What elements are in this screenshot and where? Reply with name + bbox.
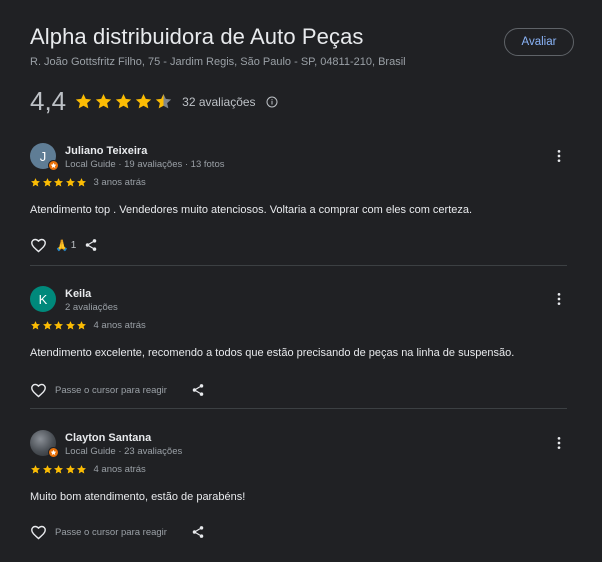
more-options-icon[interactable] [551,291,567,307]
review-card: Clayton Santana Local Guide · 23 avaliaç… [30,430,567,542]
star-icon [42,177,53,188]
avatar-letter: K [38,291,48,307]
review-stars [30,320,88,331]
star-icon [76,464,87,475]
share-icon[interactable] [191,525,205,539]
avatar[interactable]: K [30,286,56,312]
star-icon [76,177,87,188]
rating-summary: 4,4 32 avaliações [30,86,278,117]
review-stars [30,177,88,188]
star-icon [65,464,76,475]
reviewer-name[interactable]: Keila [65,288,91,300]
review-count[interactable]: 32 avaliações [182,95,255,109]
review-text: Muito bom atendimento, estão de parabéns… [30,491,246,503]
star-icon [65,177,76,188]
star-icon [76,320,87,331]
star-icon [42,464,53,475]
reviewer-name[interactable]: Juliano Teixeira [65,145,147,157]
reviewer-name[interactable]: Clayton Santana [65,432,151,444]
star-icon [94,92,113,111]
reaction-count: 1 [70,239,77,251]
review-time: 4 anos atrás [93,320,146,331]
business-name: Alpha distribuidora de Auto Peças [30,24,364,49]
review-time: 4 anos atrás [93,464,146,475]
business-address: R. João Gottsfritz Filho, 75 - Jardim Re… [30,56,406,68]
star-icon [74,92,93,111]
half-star-icon [154,92,173,111]
star-icon [53,177,64,188]
star-icon [30,177,41,188]
heart-icon[interactable] [30,237,47,254]
more-options-icon[interactable] [551,148,567,164]
star-icon [53,320,64,331]
review-card: J Juliano Teixeira Local Guide · 19 aval… [30,143,567,255]
star-icon [134,92,153,111]
heart-icon[interactable] [30,524,47,541]
review-text: Atendimento top . Vendedores muito atenc… [30,204,473,216]
star-icon [53,464,64,475]
local-guide-badge-icon [48,447,59,458]
review-card: K Keila 2 avaliações 4 anos atrás Atendi… [30,286,567,400]
info-icon[interactable] [266,96,278,108]
star-icon [65,320,76,331]
review-stars [30,464,88,475]
average-rating: 4,4 [30,86,67,116]
rate-button[interactable]: Avaliar [504,28,574,56]
reviewer-meta: Local Guide · 23 avaliações [65,446,183,457]
react-hint: Passe o cursor para reagir [55,526,167,538]
local-guide-badge-icon [48,160,59,171]
avatar-letter: J [39,148,47,164]
react-hint: Passe o cursor para reagir [55,384,167,396]
share-icon[interactable] [191,383,205,397]
pray-reaction-icon[interactable]: 🙏 [55,239,69,252]
business-header: Alpha distribuidora de Auto Peças R. Joã… [30,24,574,68]
avatar[interactable] [30,430,59,458]
star-icon [42,320,53,331]
heart-icon[interactable] [30,382,47,399]
average-stars [74,92,174,111]
divider [30,265,567,266]
avatar[interactable]: J [30,143,59,171]
share-icon[interactable] [84,238,98,252]
reviewer-meta: Local Guide · 19 avaliações · 13 fotos [65,159,225,170]
review-text: Atendimento excelente, recomendo a todos… [30,347,515,359]
review-time: 3 anos atrás [93,177,146,188]
divider [30,408,567,409]
reviewer-meta: 2 avaliações [65,302,118,313]
star-icon [30,320,41,331]
star-icon [30,464,41,475]
more-options-icon[interactable] [551,435,567,451]
star-icon [114,92,133,111]
